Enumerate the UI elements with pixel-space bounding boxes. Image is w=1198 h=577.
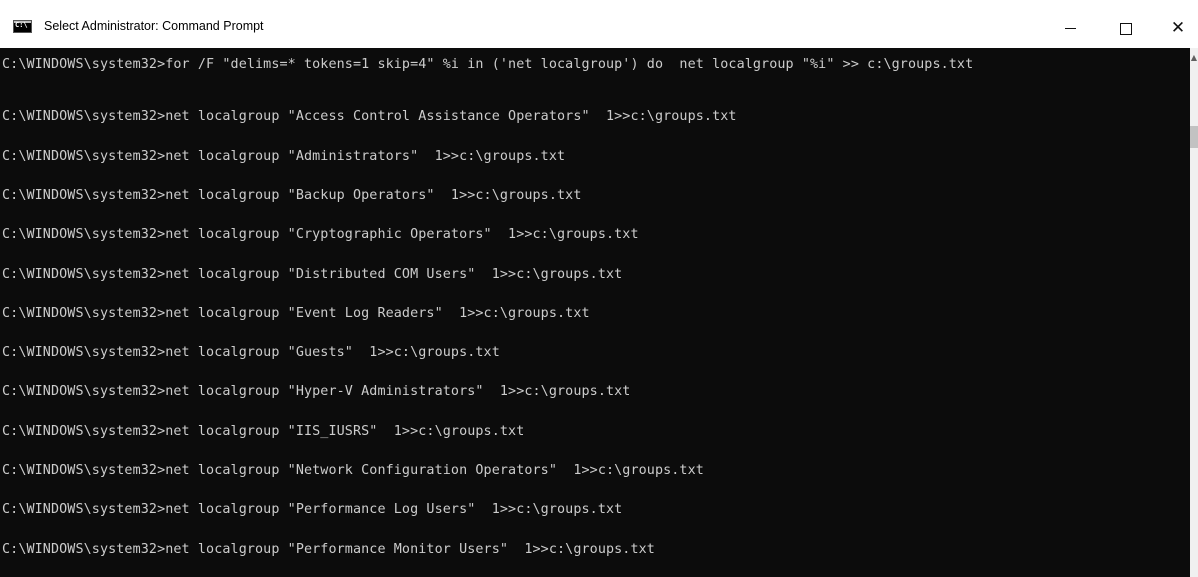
console-line: C:\WINDOWS\system32>for /F "delims=* tok…	[2, 57, 974, 72]
cmd-icon-text: C:\	[15, 21, 28, 29]
scroll-up-icon[interactable]: ▲	[1190, 52, 1198, 64]
window-title: Select Administrator: Command Prompt	[44, 19, 264, 33]
console-line: C:\WINDOWS\system32>net localgroup "Acce…	[2, 109, 737, 124]
console-line: C:\WINDOWS\system32>net localgroup "Dist…	[2, 267, 623, 282]
title-bar[interactable]: C:\ Select Administrator: Command Prompt…	[0, 0, 1198, 48]
console-line: C:\WINDOWS\system32>net localgroup "Even…	[2, 306, 590, 321]
console-line: C:\WINDOWS\system32>net localgroup "Perf…	[2, 502, 623, 517]
cmd-icon[interactable]: C:\	[13, 20, 32, 33]
console-line: C:\WINDOWS\system32>net localgroup "Hype…	[2, 384, 631, 399]
console-line: C:\WINDOWS\system32>net localgroup "Cryp…	[2, 227, 639, 242]
console-line: C:\WINDOWS\system32>net localgroup "Admi…	[2, 149, 566, 164]
minimize-button[interactable]	[1050, 13, 1090, 43]
vertical-scrollbar[interactable]: ▲	[1190, 48, 1198, 577]
console-line: C:\WINDOWS\system32>net localgroup "Gues…	[2, 345, 500, 360]
close-button[interactable]: ✕	[1158, 13, 1198, 43]
scrollbar-thumb[interactable]	[1190, 126, 1198, 148]
close-icon: ✕	[1170, 18, 1186, 38]
console-line: C:\WINDOWS\system32>net localgroup "Netw…	[2, 463, 704, 478]
maximize-button[interactable]	[1106, 13, 1146, 43]
command-prompt-window: C:\ Select Administrator: Command Prompt…	[0, 0, 1198, 577]
maximize-icon	[1120, 22, 1132, 35]
console-line: C:\WINDOWS\system32>net localgroup "Perf…	[2, 542, 655, 557]
console-output[interactable]: C:\WINDOWS\system32>for /F "delims=* tok…	[0, 48, 1190, 577]
console-line: C:\WINDOWS\system32>net localgroup "IIS_…	[2, 424, 525, 439]
console-line: C:\WINDOWS\system32>net localgroup "Back…	[2, 188, 582, 203]
minimize-icon	[1064, 28, 1076, 29]
